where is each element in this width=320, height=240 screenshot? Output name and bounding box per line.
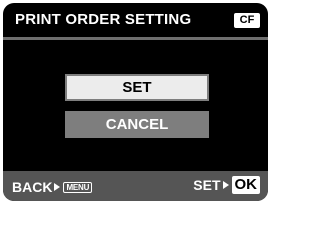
back-hint[interactable]: BACK MENU bbox=[12, 179, 93, 195]
set-hint[interactable]: SET OK bbox=[193, 176, 260, 194]
cancel-button[interactable]: CANCEL bbox=[65, 111, 209, 138]
set-button[interactable]: SET bbox=[65, 74, 209, 101]
back-label: BACK bbox=[12, 179, 53, 195]
media-badge: CF bbox=[234, 13, 260, 28]
footer-bar: BACK MENU SET OK bbox=[3, 171, 268, 201]
header: PRINT ORDER SETTING CF bbox=[3, 3, 268, 37]
menu-key-icon: MENU bbox=[63, 181, 93, 193]
arrow-right-icon bbox=[54, 183, 61, 191]
page-title: PRINT ORDER SETTING bbox=[15, 11, 192, 28]
camera-screen: PRINT ORDER SETTING CF SET CANCEL BACK M… bbox=[3, 3, 268, 201]
header-divider bbox=[3, 37, 268, 40]
ok-key-icon: OK bbox=[231, 176, 260, 194]
arrow-right-icon bbox=[222, 181, 229, 189]
set-hint-label: SET bbox=[193, 177, 221, 193]
